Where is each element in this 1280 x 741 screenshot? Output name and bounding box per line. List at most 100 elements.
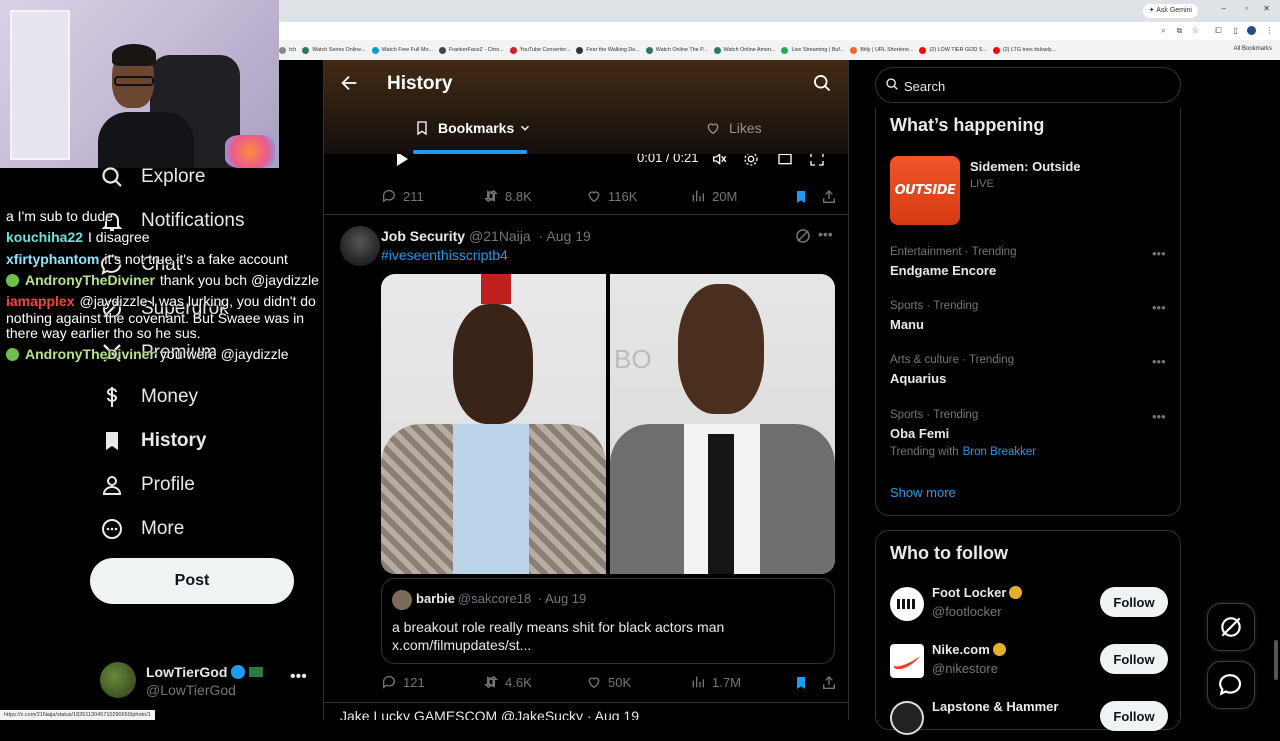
quote-tweet[interactable]: barbie @sakcore18 · Aug 19 a breakout rol… <box>381 578 835 664</box>
install-icon[interactable]: ⧉ <box>1175 26 1184 35</box>
minimize-icon[interactable]: – <box>1222 4 1226 13</box>
follow-button[interactable]: Follow <box>1100 644 1168 674</box>
post-button[interactable]: Post <box>90 558 294 604</box>
bookmark-item[interactable]: Fear the Walking De... <box>576 46 640 54</box>
bookmark-item[interactable]: Watch Free Full Mo... <box>371 46 433 54</box>
bookmark-filled-icon[interactable] <box>793 674 809 692</box>
tweet-author-name[interactable]: Job Security <box>381 228 465 244</box>
bookmark-favicon-icon <box>302 46 310 54</box>
views-button[interactable]: 20M <box>690 188 737 204</box>
bookmark-filled-icon[interactable] <box>793 188 809 206</box>
bookmark-label: Live Streaming | Buf... <box>791 47 845 53</box>
extensions-icon[interactable]: ⧠ <box>1214 26 1223 35</box>
trend-item[interactable]: Arts & culture · Trending Aquarius ••• <box>890 354 1170 402</box>
like-button[interactable]: 116K <box>586 188 637 204</box>
profile-avatar-icon[interactable] <box>1247 26 1256 35</box>
trend-item[interactable]: Entertainment · Trending Endgame Encore … <box>890 246 1170 294</box>
bookmark-item[interactable]: Watch Online Ameri... <box>713 46 776 54</box>
sidebar-item-more[interactable]: More <box>100 514 184 544</box>
sidebar-item-money[interactable]: Money <box>100 382 198 412</box>
bookmark-item[interactable]: tch <box>279 46 296 54</box>
reply-button[interactable]: 211 <box>381 188 424 204</box>
quote-author-name: barbie <box>416 591 456 606</box>
bookmark-item[interactable]: Live Streaming | Buf... <box>781 46 845 54</box>
show-more-link[interactable]: Show more <box>890 485 956 500</box>
grok-icon[interactable] <box>794 227 812 245</box>
chat-message: iamapplex @jaydizzle I was lurking, you d… <box>6 293 316 309</box>
bookmark-label: Watch Online Ameri... <box>723 47 776 53</box>
maximize-icon[interactable]: ▫ <box>1245 4 1248 13</box>
tweet-photo-2[interactable]: BO <box>610 274 835 574</box>
more-icon[interactable]: ••• <box>1152 246 1166 261</box>
tweet-hashtag[interactable]: #iveseenthisscriptb4 <box>381 247 508 263</box>
share-icon[interactable] <box>821 188 837 206</box>
account-switcher[interactable]: LowTierGod @LowTierGod ••• <box>100 660 315 704</box>
sidebar-item-label: Money <box>141 386 199 407</box>
trend-item[interactable]: Sports · Trending Oba Femi ••• Trending … <box>890 409 1170 458</box>
close-window-icon[interactable]: ✕ <box>1263 4 1270 13</box>
like-button[interactable]: 50K <box>586 674 631 690</box>
bookmark-item[interactable]: Bitly | URL Shortene... <box>850 46 913 54</box>
follow-suggestion[interactable]: Foot Locker @footlocker Follow <box>890 583 1170 627</box>
search-box[interactable] <box>875 67 1181 103</box>
menu-icon[interactable]: ⋮ <box>1265 26 1274 35</box>
grok-fab[interactable] <box>1207 603 1255 651</box>
repost-icon <box>484 189 498 203</box>
featured-event-image[interactable]: OUTSIDE <box>890 156 960 225</box>
tab-likes[interactable]: Likes <box>705 120 762 136</box>
bookmark-item[interactable]: Watch Series Online... <box>302 46 366 54</box>
repost-button[interactable]: 8.8K <box>483 188 532 204</box>
bookmark-item[interactable]: YouTube Converter... <box>509 46 570 54</box>
tweet-avatar[interactable] <box>340 226 380 266</box>
chat-text: there way earlier tho so he sus. <box>6 325 201 341</box>
bookmark-label: (2) LOW TIER GOD S... <box>929 47 987 53</box>
trending-with-label: Trending with <box>890 446 959 458</box>
views-button[interactable]: 1.7M <box>690 674 741 690</box>
star-icon[interactable]: ☆ <box>1191 26 1200 35</box>
chat-message: nothing against the covenant. But Swaee … <box>6 310 304 326</box>
next-tweet-header[interactable]: Jake Lucky GAMESCOM @JakeSucky · Aug 19 <box>340 708 639 720</box>
follow-button[interactable]: Follow <box>1100 701 1168 731</box>
sidebar-item-explore[interactable]: Explore <box>100 162 205 192</box>
zoom-icon[interactable]: ⌕ <box>1159 26 1168 35</box>
whats-happening-panel: What’s happening OUTSIDE Sidemen: Outsid… <box>875 108 1181 516</box>
ask-gemini-button[interactable]: ✦ Ask Gemini <box>1142 4 1198 18</box>
bookmark-label: Fear the Walking De... <box>586 47 640 53</box>
follow-suggestion[interactable]: Nike.com @nikestore Follow <box>890 640 1170 684</box>
repost-button[interactable]: 4.6K <box>483 674 532 690</box>
sidepanel-icon[interactable]: ▯ <box>1231 26 1240 35</box>
trending-with-link[interactable]: Bron Breakker <box>963 446 1037 458</box>
trend-item[interactable]: Sports · Trending Manu ••• <box>890 300 1170 348</box>
all-bookmarks-button[interactable]: All Bookmarks <box>1234 46 1272 52</box>
scrollbar-thumb[interactable] <box>1274 640 1278 680</box>
address-bar[interactable] <box>279 22 1280 40</box>
bookmark-item[interactable]: (2) LOW TIER GOD S... <box>919 46 987 54</box>
share-icon[interactable] <box>821 674 837 692</box>
bookmark-item[interactable]: Watch Online The P... <box>645 46 708 54</box>
reply-button[interactable]: 121 <box>381 674 425 690</box>
more-icon[interactable]: ••• <box>1152 300 1166 315</box>
featured-event-title[interactable]: Sidemen: Outside <box>970 159 1081 174</box>
tweet-photo-1[interactable] <box>381 274 606 574</box>
more-icon[interactable]: ••• <box>1152 409 1166 424</box>
sidebar-item-history[interactable]: History <box>100 426 206 456</box>
tweet-date[interactable]: · Aug 19 <box>539 228 591 244</box>
follow-button[interactable]: Follow <box>1100 587 1168 617</box>
trend-context: Entertainment · Trending <box>890 246 1017 258</box>
back-arrow-icon[interactable] <box>338 72 360 94</box>
more-icon[interactable]: ••• <box>290 668 307 686</box>
tab-bookmarks[interactable]: Bookmarks <box>414 120 532 136</box>
more-icon[interactable]: ••• <box>818 226 833 242</box>
messages-fab[interactable] <box>1207 661 1255 709</box>
follow-suggestion[interactable]: Lapstone & Hammer Follow <box>890 697 1170 741</box>
search-icon[interactable] <box>812 73 832 93</box>
bookmark-item[interactable]: (2) LTG tries itslowly... <box>992 46 1056 54</box>
quote-text: a breakout role really means shit for bl… <box>392 619 725 653</box>
search-input[interactable] <box>904 76 1164 96</box>
trend-context: Arts & culture · Trending <box>890 354 1014 366</box>
sidebar-item-profile[interactable]: Profile <box>100 470 195 500</box>
bookmark-item[interactable]: FrankerFaceZ - Chro... <box>438 46 504 54</box>
more-icon[interactable]: ••• <box>1152 354 1166 369</box>
tweet-author-handle[interactable]: @21Naija <box>469 228 531 244</box>
page-scrollbar[interactable] <box>1273 62 1279 702</box>
